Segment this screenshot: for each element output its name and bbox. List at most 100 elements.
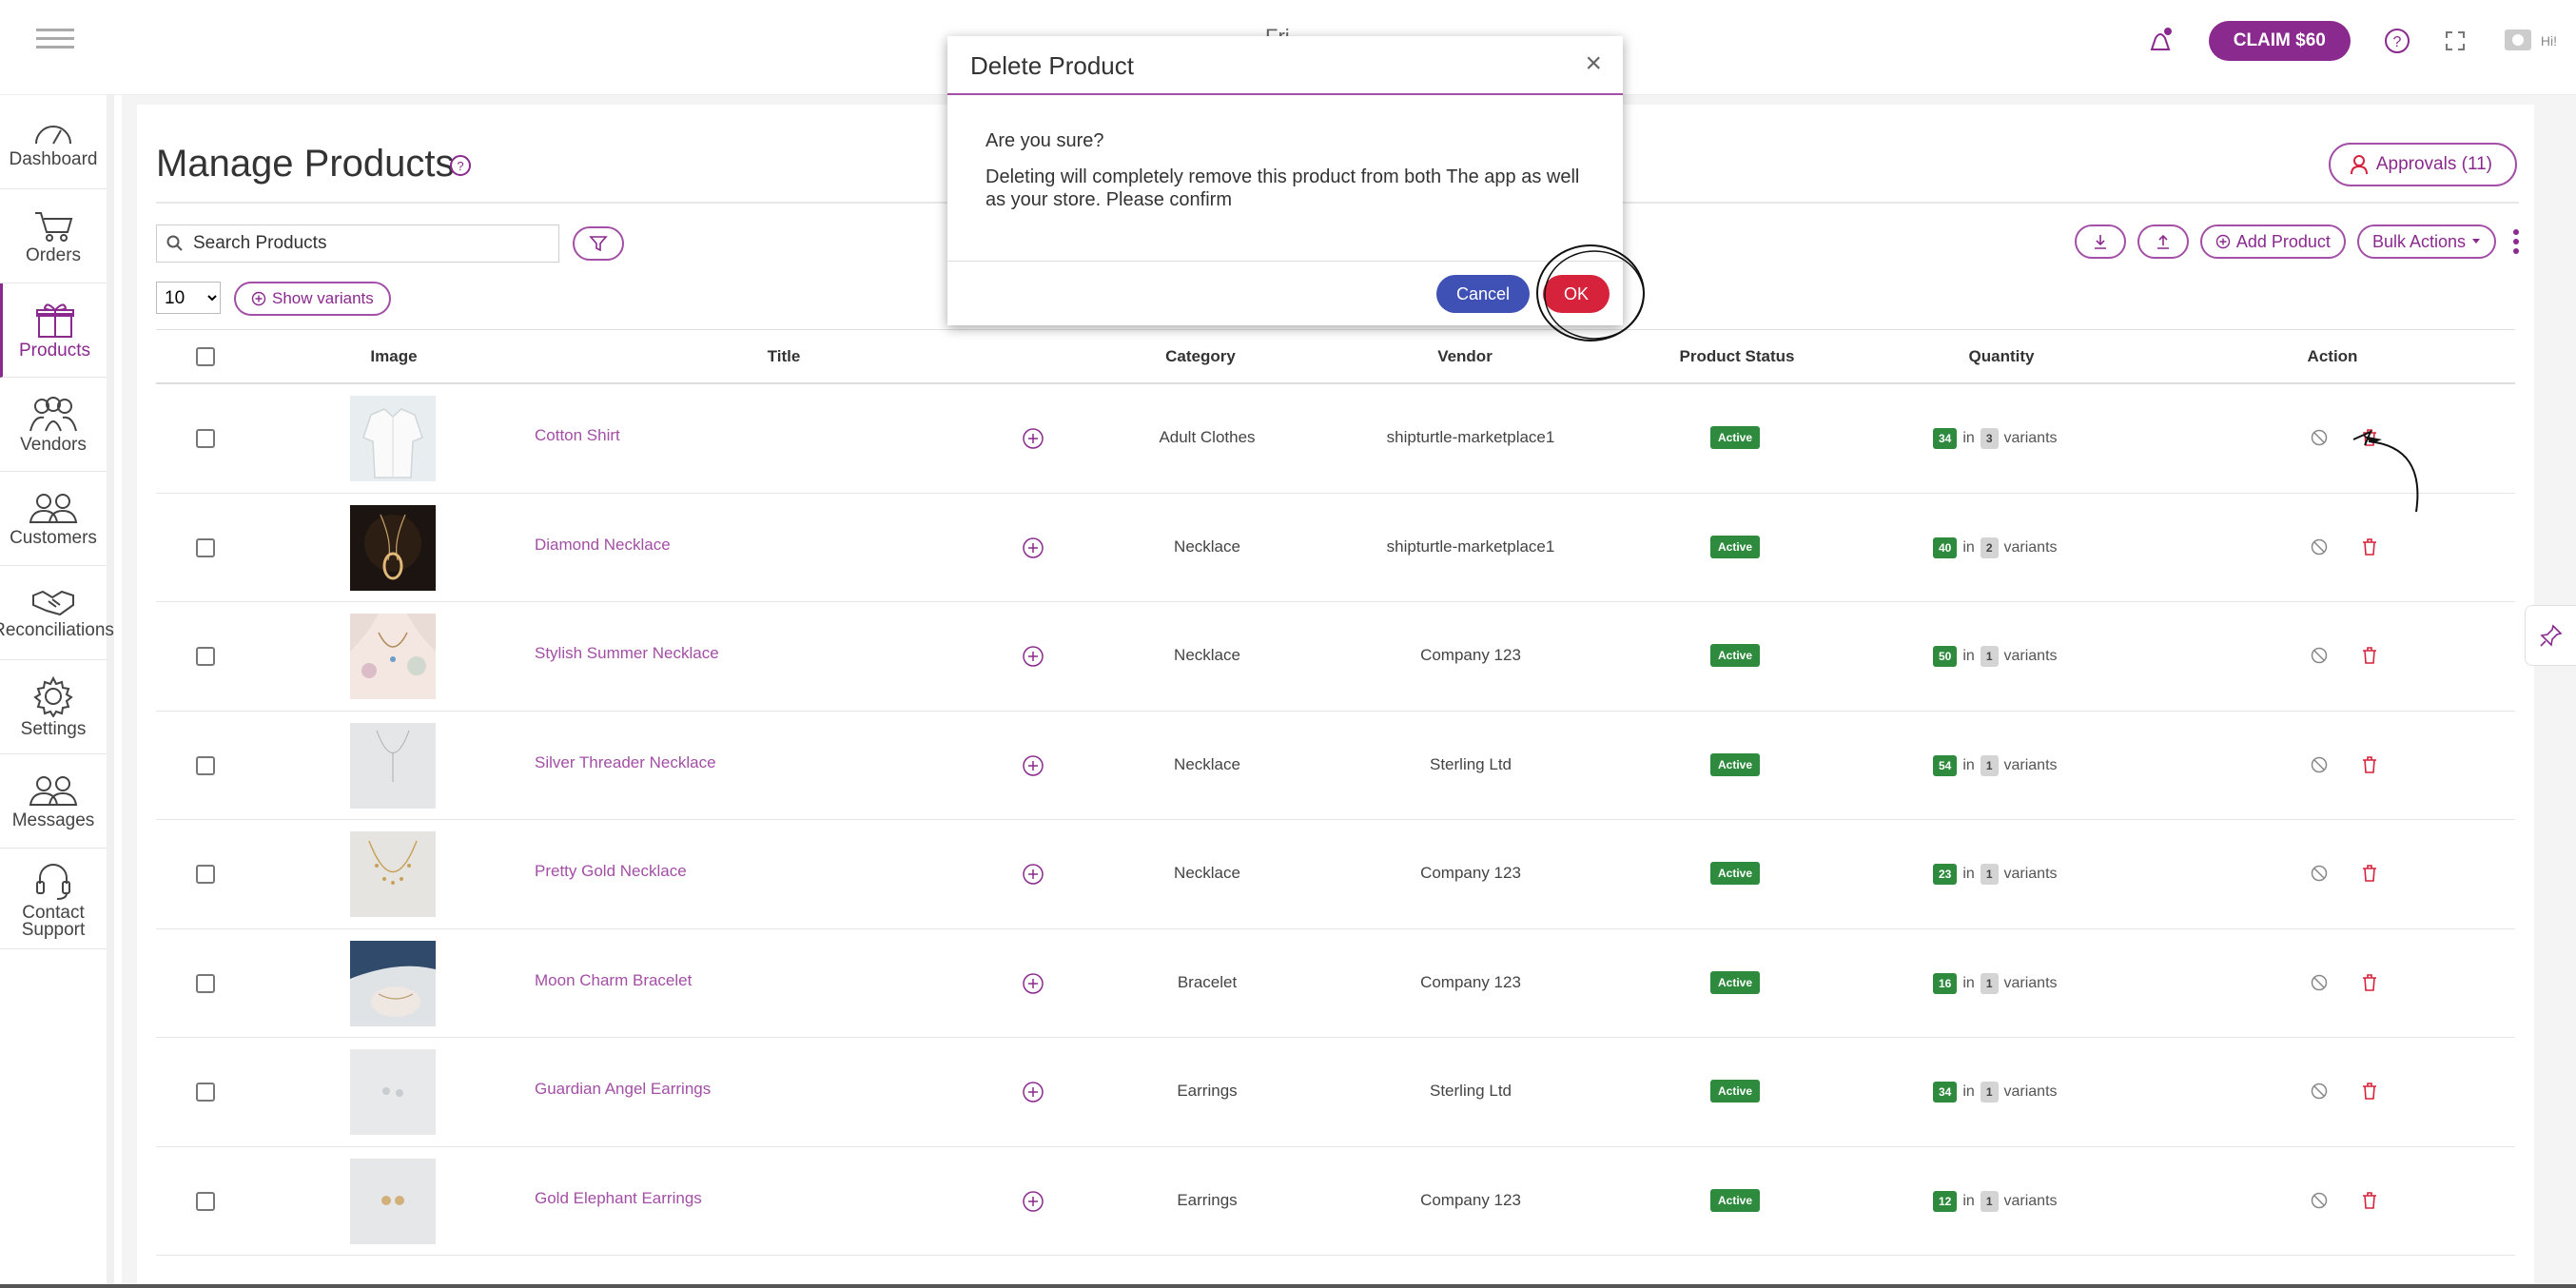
bulk-actions-dropdown[interactable]: Bulk Actions (2356, 224, 2496, 259)
table-row: Stylish Summer Necklace Necklace Company… (156, 602, 2515, 712)
row-checkbox[interactable] (196, 1191, 215, 1211)
variants-label: variants (2003, 1083, 2058, 1100)
deactivate-icon[interactable] (2310, 973, 2329, 992)
sidebar-item-vendors[interactable]: Vendors (0, 378, 107, 472)
expand-variants-icon[interactable] (1022, 863, 1044, 886)
product-title-link[interactable]: Pretty Gold Necklace (535, 862, 687, 881)
product-title-link[interactable]: Cotton Shirt (535, 426, 620, 445)
table-row: Cotton Shirt Adult Clothes shipturtle-ma… (156, 384, 2515, 494)
add-product-button[interactable]: Add Product (2199, 224, 2346, 259)
product-thumbnail[interactable] (350, 722, 436, 809)
row-checkbox[interactable] (196, 973, 215, 993)
delete-trash-icon[interactable] (2361, 864, 2378, 883)
expand-variants-icon[interactable] (1022, 972, 1044, 995)
column-header-category: Category (1165, 347, 1236, 365)
sidebar-item-label: Reconciliations (0, 620, 114, 640)
messages-icon (29, 776, 78, 806)
sidebar-item-label: Customers (10, 528, 97, 548)
product-thumbnail[interactable] (350, 396, 436, 481)
row-checkbox[interactable] (196, 647, 215, 666)
cancel-button[interactable]: Cancel (1436, 275, 1530, 313)
expand-variants-icon[interactable] (1022, 1081, 1044, 1103)
select-all-checkbox[interactable] (196, 347, 215, 366)
product-title-link[interactable]: Stylish Summer Necklace (535, 644, 719, 663)
search-input[interactable] (193, 233, 536, 254)
menu-toggle-icon[interactable] (36, 29, 74, 55)
product-thumbnail[interactable] (350, 1158, 436, 1244)
product-thumbnail[interactable] (350, 1049, 436, 1135)
delete-trash-icon[interactable] (2361, 646, 2378, 665)
row-checkbox[interactable] (196, 1083, 215, 1102)
caret-down-icon (2472, 239, 2480, 244)
delete-trash-icon[interactable] (2361, 1082, 2378, 1101)
product-title-link[interactable]: Silver Threader Necklace (535, 753, 716, 772)
row-checkbox[interactable] (196, 755, 215, 775)
sidebar-item-contact-support[interactable]: Contact Support (0, 849, 107, 949)
product-thumbnail[interactable] (350, 504, 436, 591)
sidebar-item-reconciliations[interactable]: Reconciliations (0, 566, 114, 660)
deactivate-icon[interactable] (2310, 428, 2329, 447)
deactivate-icon[interactable] (2310, 646, 2329, 665)
filter-button[interactable] (573, 226, 624, 261)
approvals-label: Approvals (11) (2375, 154, 2492, 174)
product-title-link[interactable]: Gold Elephant Earrings (535, 1189, 702, 1208)
delete-trash-icon[interactable] (2361, 973, 2378, 992)
delete-trash-icon[interactable] (2361, 755, 2378, 774)
page-size-select[interactable]: 10 (156, 282, 221, 314)
category-cell: Bracelet (1177, 972, 1238, 991)
ok-button[interactable]: OK (1543, 275, 1610, 313)
product-thumbnail[interactable] (350, 831, 436, 917)
deactivate-icon[interactable] (2310, 1082, 2329, 1101)
vendor-cell: Sterling Ltd (1430, 1082, 1512, 1100)
delete-trash-icon[interactable] (2361, 1191, 2378, 1210)
product-title-link[interactable]: Moon Charm Bracelet (535, 971, 692, 990)
sidebar-item-products[interactable]: Products (0, 283, 107, 378)
product-thumbnail[interactable] (350, 940, 436, 1026)
quantity-count: 34 (1933, 428, 1958, 449)
side-pin-tab[interactable] (2525, 605, 2576, 666)
sidebar-item-orders[interactable]: Orders (0, 189, 107, 283)
sidebar-item-customers[interactable]: Customers (0, 472, 107, 566)
close-icon[interactable]: × (1585, 49, 1602, 78)
quantity-cell: 50 in 1 variants (1933, 646, 2058, 667)
row-checkbox[interactable] (196, 429, 215, 448)
category-cell: Necklace (1174, 864, 1240, 882)
show-variants-label: Show variants (272, 289, 374, 307)
variants-label: variants (2003, 430, 2058, 446)
quantity-cell: 12 in 1 variants (1933, 1190, 2058, 1212)
avatar[interactable] (2499, 22, 2537, 60)
expand-variants-icon[interactable] (1022, 1190, 1044, 1213)
vendor-cell: shipturtle-marketplace1 (1386, 537, 1555, 556)
expand-variants-icon[interactable] (1022, 427, 1044, 450)
upload-button[interactable] (2137, 224, 2189, 259)
sidebar-item-label: Messages (11, 810, 95, 830)
expand-variants-icon[interactable] (1022, 754, 1044, 777)
claim-button[interactable]: CLAIM $60 (2208, 21, 2351, 61)
product-title-link[interactable]: Diamond Necklace (535, 536, 671, 555)
fullscreen-icon[interactable] (2444, 29, 2467, 52)
help-icon[interactable]: ? (449, 154, 472, 177)
sidebar-item-settings[interactable]: Settings (0, 660, 107, 754)
deactivate-icon[interactable] (2310, 755, 2329, 774)
deactivate-icon[interactable] (2310, 864, 2329, 883)
help-icon[interactable]: ? (2383, 27, 2411, 55)
product-title-link[interactable]: Guardian Angel Earrings (535, 1080, 711, 1099)
status-badge: Active (1709, 644, 1761, 667)
approvals-button[interactable]: Approvals (11) (2328, 143, 2517, 186)
expand-variants-icon[interactable] (1022, 537, 1044, 559)
expand-variants-icon[interactable] (1022, 645, 1044, 668)
sidebar-item-dashboard[interactable]: Dashboard (0, 95, 107, 189)
show-variants-button[interactable]: Show variants (234, 282, 391, 316)
product-thumbnail[interactable] (350, 614, 436, 699)
more-options-icon[interactable] (2513, 229, 2519, 254)
notification-bell-icon[interactable] (2144, 25, 2176, 57)
deactivate-icon[interactable] (2310, 1191, 2329, 1210)
quantity-in-label: in (1962, 866, 1975, 882)
deactivate-icon[interactable] (2310, 537, 2329, 556)
row-checkbox[interactable] (196, 865, 215, 884)
delete-trash-icon[interactable] (2361, 537, 2378, 556)
row-checkbox[interactable] (196, 537, 215, 557)
delete-trash-icon[interactable] (2361, 428, 2378, 447)
download-button[interactable] (2074, 224, 2126, 259)
sidebar-item-messages[interactable]: Messages (0, 754, 107, 849)
